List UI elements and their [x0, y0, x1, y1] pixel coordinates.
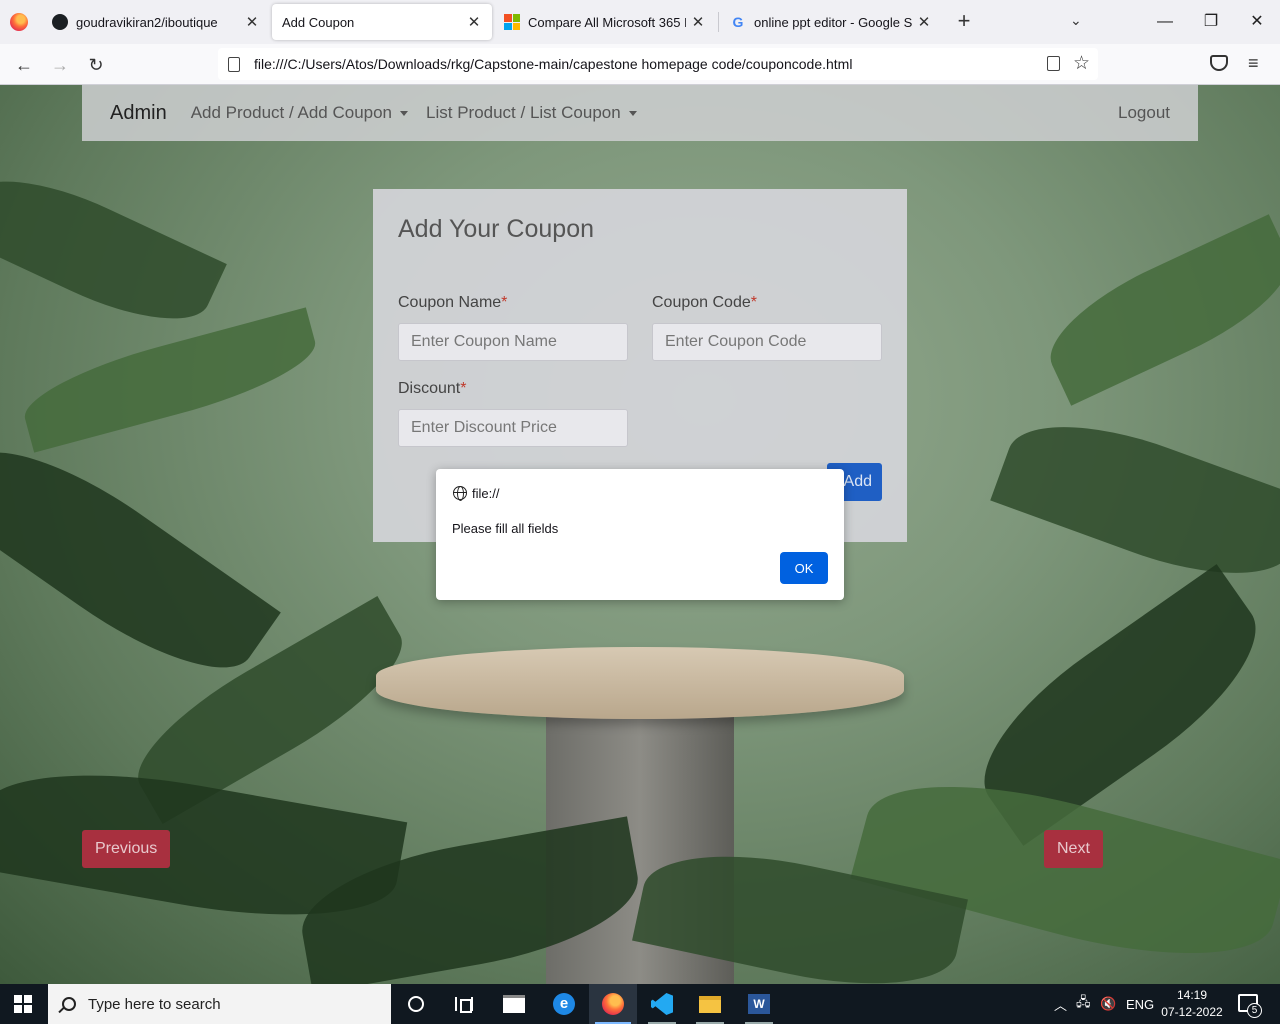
- file-explorer-icon[interactable]: [686, 984, 734, 1024]
- dialog-origin: file://: [472, 486, 500, 501]
- github-icon: [52, 14, 68, 30]
- caret-down-icon: [628, 110, 637, 116]
- restore-icon[interactable]: ❐: [1196, 8, 1226, 36]
- close-window-icon[interactable]: ✕: [1242, 8, 1272, 36]
- minimize-icon[interactable]: —: [1150, 8, 1180, 36]
- close-tab-icon[interactable]: ✕: [244, 13, 260, 31]
- clock-date: 07-12-2022: [1161, 1005, 1223, 1019]
- bookmark-star-icon[interactable]: ☆: [1073, 52, 1090, 75]
- required-mark: *: [750, 294, 757, 311]
- windows-start-icon[interactable]: [14, 995, 32, 1013]
- hamburger-menu-icon[interactable]: ≡: [1248, 53, 1259, 74]
- next-button[interactable]: Next: [1044, 830, 1103, 868]
- word-icon[interactable]: W: [735, 984, 783, 1024]
- logout-link[interactable]: Logout: [1118, 103, 1170, 123]
- coupon-code-label: Coupon Code*: [652, 294, 757, 312]
- edge-icon[interactable]: e: [540, 984, 588, 1024]
- previous-button[interactable]: Previous: [82, 830, 171, 868]
- back-icon[interactable]: ←: [11, 52, 37, 78]
- forward-icon[interactable]: →: [47, 52, 73, 78]
- background-leaf: [0, 154, 227, 346]
- discount-label: Discount*: [398, 380, 466, 398]
- tab-microsoft[interactable]: Compare All Microsoft 365 Plans ✕: [494, 4, 716, 40]
- taskbar-search-box[interactable]: Type here to search: [48, 984, 391, 1024]
- form-title: Add Your Coupon: [398, 215, 595, 243]
- taskbar-clock[interactable]: 14:19 07-12-2022: [1160, 987, 1224, 1021]
- notification-count-badge: 5: [1247, 1003, 1262, 1018]
- browser-toolbar: ← → ↻ file:///C:/Users/Atos/Downloads/rk…: [0, 44, 1280, 85]
- background-leaf: [990, 397, 1280, 603]
- navbar-brand[interactable]: Admin: [110, 102, 167, 125]
- caret-down-icon: [400, 110, 409, 116]
- dropdown-label: Add Product / Add Coupon: [190, 103, 393, 122]
- tab-separator: [718, 12, 719, 32]
- search-placeholder: Type here to search: [88, 995, 221, 1013]
- label-text: Coupon Name: [398, 294, 502, 311]
- search-icon: [62, 997, 76, 1011]
- pocket-icon[interactable]: [1210, 55, 1228, 71]
- list-all-tabs-icon[interactable]: ⌄: [1070, 12, 1082, 29]
- page-icon: [228, 56, 240, 72]
- globe-icon: [453, 486, 467, 501]
- cortana-icon[interactable]: [392, 984, 440, 1024]
- network-icon[interactable]: 🖧: [1076, 984, 1091, 1024]
- tab-title: Add Coupon: [282, 14, 355, 30]
- reader-view-icon[interactable]: [1047, 56, 1060, 71]
- reload-icon[interactable]: ↻: [83, 52, 109, 78]
- add-product-coupon-dropdown[interactable]: Add Product / Add Coupon: [190, 103, 409, 123]
- firefox-taskbar-icon[interactable]: [589, 984, 637, 1024]
- show-hidden-icons-chevron-up-icon[interactable]: ︿: [1054, 984, 1067, 1024]
- new-tab-icon[interactable]: +: [952, 10, 976, 34]
- windows-taskbar: Type here to search e W ︿ 🖧 🔇 ENG 14:19 …: [0, 984, 1280, 1024]
- alert-dialog: file:// Please fill all fields OK: [436, 469, 844, 600]
- close-tab-icon[interactable]: ✕: [690, 13, 706, 31]
- background-leaf: [0, 417, 281, 703]
- tab-google[interactable]: G online ppt editor - Google Search ✕: [720, 4, 942, 40]
- microsoft-icon: [504, 14, 520, 30]
- ok-button[interactable]: OK: [780, 552, 828, 584]
- pedestal-top: [376, 647, 904, 719]
- google-icon: G: [732, 14, 744, 30]
- language-indicator[interactable]: ENG: [1126, 984, 1154, 1024]
- tab-github[interactable]: goudravikiran2/iboutique ✕: [42, 4, 270, 40]
- browser-tab-bar: goudravikiran2/iboutique ✕ Add Coupon ✕ …: [0, 0, 1280, 44]
- tab-title: goudravikiran2/iboutique: [76, 14, 218, 30]
- vscode-icon[interactable]: [638, 984, 686, 1024]
- tab-title: online ppt editor - Google Search: [754, 14, 912, 30]
- dropdown-label: List Product / List Coupon: [426, 103, 621, 122]
- site-navbar: Admin Add Product / Add Coupon List Prod…: [82, 85, 1198, 141]
- close-tab-icon[interactable]: ✕: [466, 13, 482, 31]
- coupon-name-input[interactable]: [398, 323, 628, 361]
- coupon-code-input[interactable]: [652, 323, 882, 361]
- required-mark: *: [501, 294, 508, 311]
- tab-add-coupon[interactable]: Add Coupon ✕: [272, 4, 492, 40]
- coupon-name-label: Coupon Name*: [398, 294, 507, 312]
- microsoft-store-icon[interactable]: [490, 984, 538, 1024]
- close-tab-icon[interactable]: ✕: [916, 13, 932, 31]
- label-text: Discount: [398, 380, 461, 397]
- list-product-coupon-dropdown[interactable]: List Product / List Coupon: [426, 103, 637, 123]
- volume-muted-icon[interactable]: 🔇: [1100, 984, 1116, 1024]
- label-text: Coupon Code: [652, 294, 751, 311]
- clock-time: 14:19: [1176, 988, 1208, 1002]
- dialog-message: Please fill all fields: [452, 521, 559, 536]
- background-leaf: [1033, 214, 1280, 406]
- firefox-icon: [10, 13, 28, 31]
- url-text[interactable]: file:///C:/Users/Atos/Downloads/rkg/Caps…: [254, 56, 852, 72]
- task-view-icon[interactable]: [440, 984, 488, 1024]
- tab-title: Compare All Microsoft 365 Plans: [528, 14, 686, 30]
- discount-input[interactable]: [398, 409, 628, 447]
- background-leaf: [16, 307, 324, 453]
- address-bar[interactable]: file:///C:/Users/Atos/Downloads/rkg/Caps…: [218, 48, 1098, 80]
- required-mark: *: [460, 380, 467, 397]
